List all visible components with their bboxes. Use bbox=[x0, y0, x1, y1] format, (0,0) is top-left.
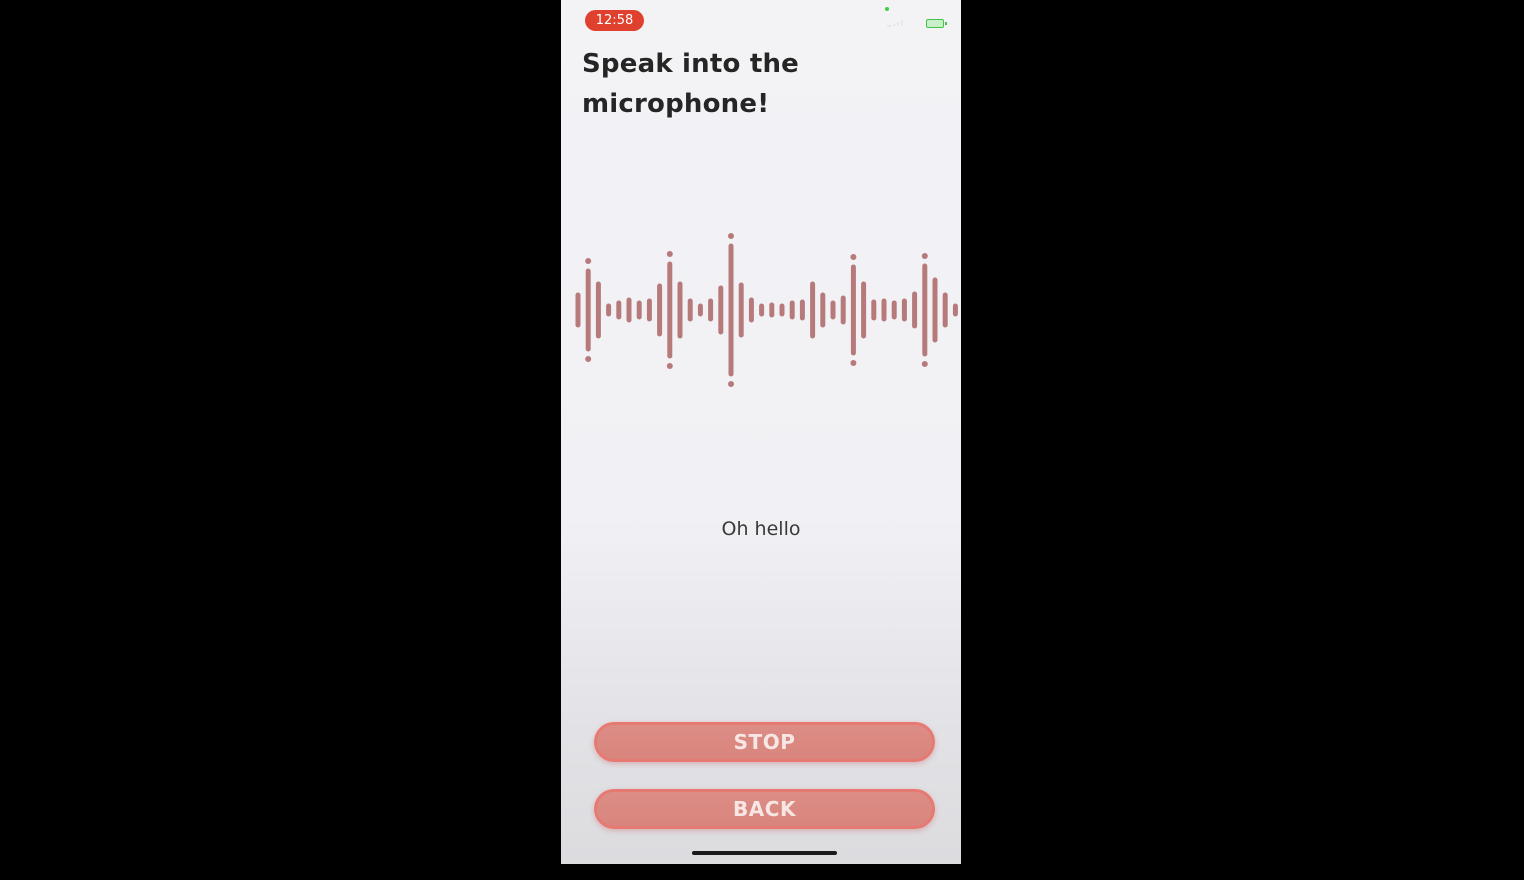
phone-screen: 12:58 Speak into the microphone! Oh hell… bbox=[561, 0, 961, 864]
waveform-dot bbox=[921, 361, 928, 367]
battery-icon bbox=[926, 19, 947, 28]
waveform-dot bbox=[850, 254, 857, 260]
waveform-dot bbox=[666, 363, 673, 369]
transcript-text: Oh hello bbox=[721, 518, 801, 540]
wifi-icon bbox=[887, 20, 903, 27]
page-title: Speak into the microphone! bbox=[582, 49, 799, 119]
back-button[interactable]: BACK bbox=[594, 789, 935, 829]
waveform-dot bbox=[850, 360, 857, 366]
waveform-dot bbox=[921, 253, 928, 259]
stop-button[interactable]: STOP bbox=[594, 722, 935, 762]
waveform-dot bbox=[585, 356, 592, 362]
waveform-dot bbox=[666, 251, 673, 257]
audio-waveform bbox=[575, 233, 958, 387]
waveform-dot bbox=[728, 381, 734, 387]
home-indicator[interactable] bbox=[692, 851, 837, 855]
status-time: 12:58 bbox=[585, 10, 644, 31]
waveform-dot bbox=[585, 258, 592, 264]
mic-active-indicator bbox=[885, 7, 889, 11]
waveform-dot bbox=[728, 233, 734, 239]
signal-wifi-icons bbox=[883, 16, 923, 28]
